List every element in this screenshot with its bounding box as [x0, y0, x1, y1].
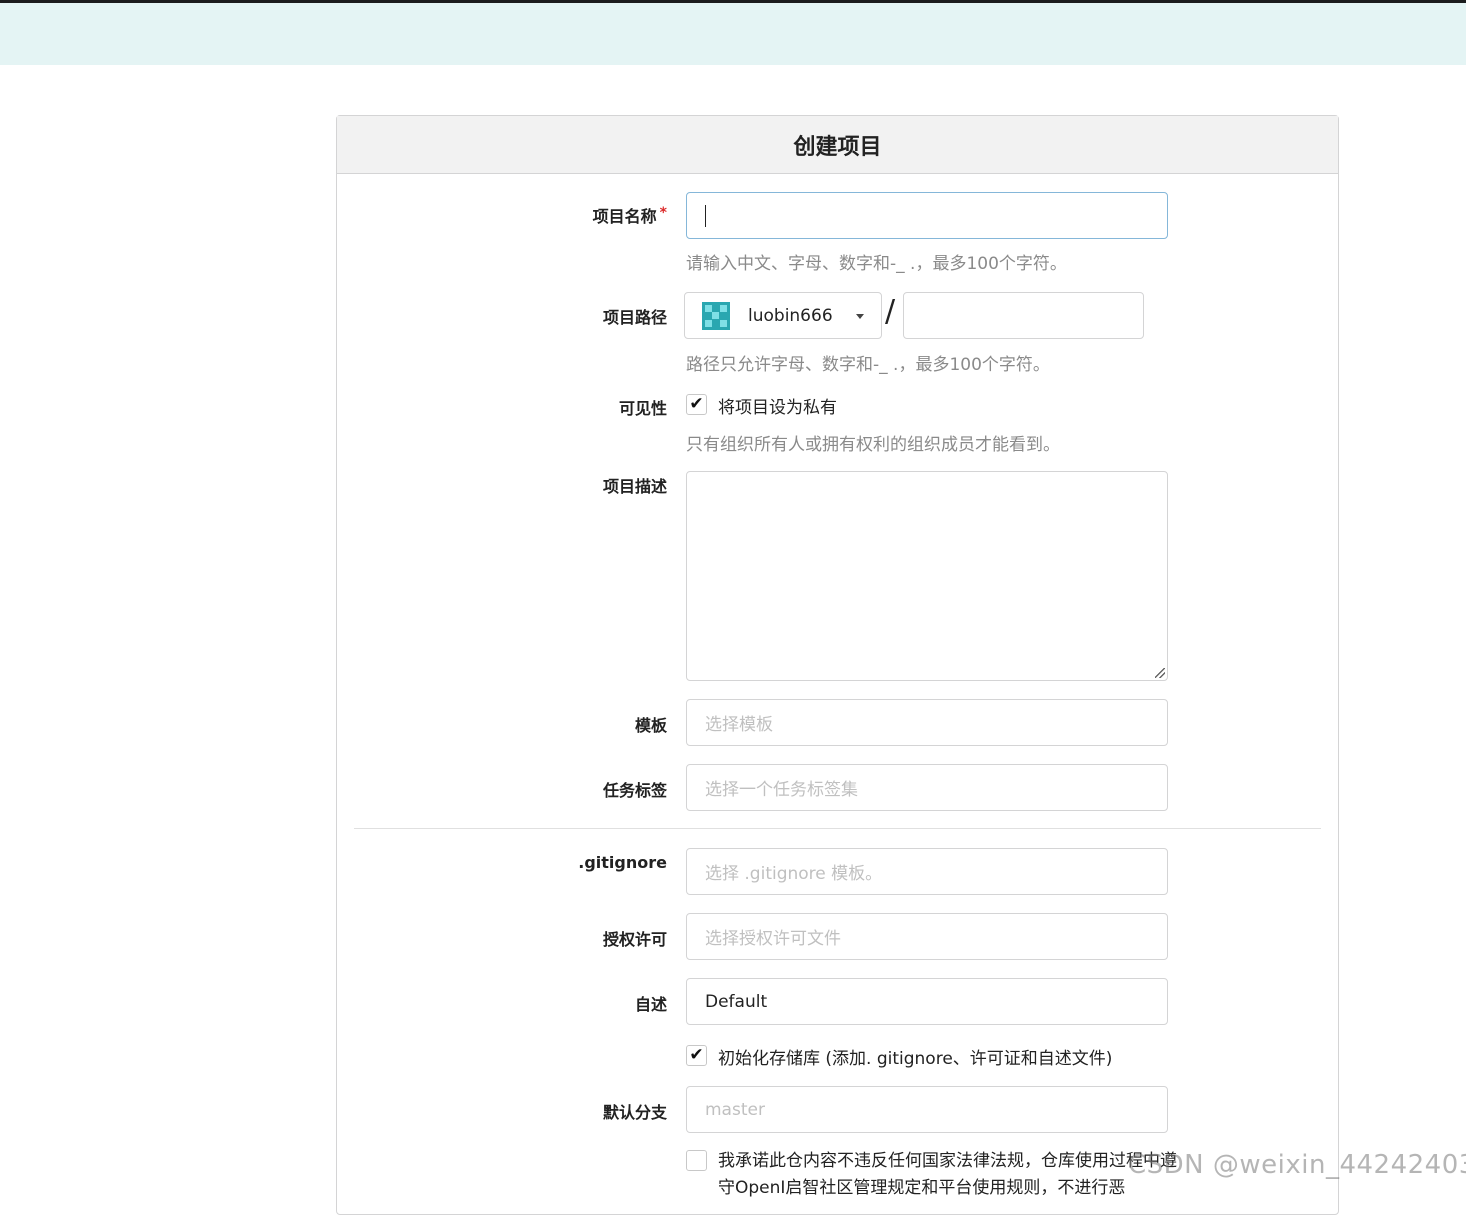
description-label: 项目描述 [602, 477, 667, 496]
path-help-text: 路径只允许字母、数字和-_ .，最多100个字符。 [686, 355, 1050, 375]
gitignore-label: .gitignore [578, 853, 667, 872]
repo-name-input[interactable] [686, 192, 1168, 239]
form-title: 创建项目 [337, 116, 1338, 174]
path-label: 项目路径 [602, 308, 667, 327]
owner-avatar-icon [702, 301, 730, 330]
resize-handle-icon[interactable] [1155, 668, 1165, 678]
private-checkbox-label[interactable]: 将项目设为私有 [718, 393, 837, 418]
check-icon: ✔ [689, 394, 704, 414]
default-branch-input[interactable]: master [686, 1086, 1168, 1133]
readme-dropdown[interactable]: Default [686, 978, 1168, 1025]
auto-init-checkbox[interactable]: ✔ [686, 1045, 707, 1066]
name-label: 项目名称 * [592, 205, 667, 226]
caret-down-icon [856, 314, 864, 319]
create-repo-form: 创建项目 项目名称 * 请输入中文、字母、数字和-_ .，最多100个字符。 项目… [336, 115, 1339, 1215]
agreement-checkbox[interactable] [686, 1150, 707, 1171]
top-navbar [0, 0, 1466, 65]
csdn-watermark: CSDN @weixin_44242403 [1128, 1150, 1466, 1180]
text-caret [705, 204, 706, 227]
template-dropdown[interactable]: 选择模板 [686, 699, 1168, 746]
path-separator: / [885, 294, 896, 329]
form-divider [354, 828, 1321, 829]
repo-path-input[interactable] [903, 292, 1144, 339]
issue-labels-label: 任务标签 [602, 781, 667, 800]
readme-label: 自述 [634, 995, 667, 1014]
check-icon: ✔ [689, 1045, 704, 1065]
template-label: 模板 [634, 716, 667, 735]
owner-name: luobin666 [748, 305, 833, 326]
description-textarea[interactable] [686, 471, 1168, 681]
name-help-text: 请输入中文、字母、数字和-_ .，最多100个字符。 [686, 254, 1067, 274]
visibility-help-text: 只有组织所有人或拥有权利的组织成员才能看到。 [686, 435, 1060, 455]
default-branch-label: 默认分支 [602, 1103, 667, 1122]
visibility-label: 可见性 [618, 399, 667, 418]
license-label: 授权许可 [602, 930, 667, 949]
agreement-text[interactable]: 我承诺此仓内容不违反任何国家法律法规，仓库使用过程中遵守OpenI启智社区管理规… [718, 1148, 1178, 1202]
private-checkbox[interactable]: ✔ [686, 394, 707, 415]
issue-labels-dropdown[interactable]: 选择一个任务标签集 [686, 764, 1168, 811]
required-mark: * [659, 205, 667, 221]
auto-init-label[interactable]: 初始化存储库 (添加. gitignore、许可证和自述文件) [718, 1044, 1112, 1069]
gitignore-dropdown[interactable]: 选择 .gitignore 模板。 [686, 848, 1168, 895]
license-dropdown[interactable]: 选择授权许可文件 [686, 913, 1168, 960]
owner-dropdown[interactable]: luobin666 [684, 292, 882, 339]
